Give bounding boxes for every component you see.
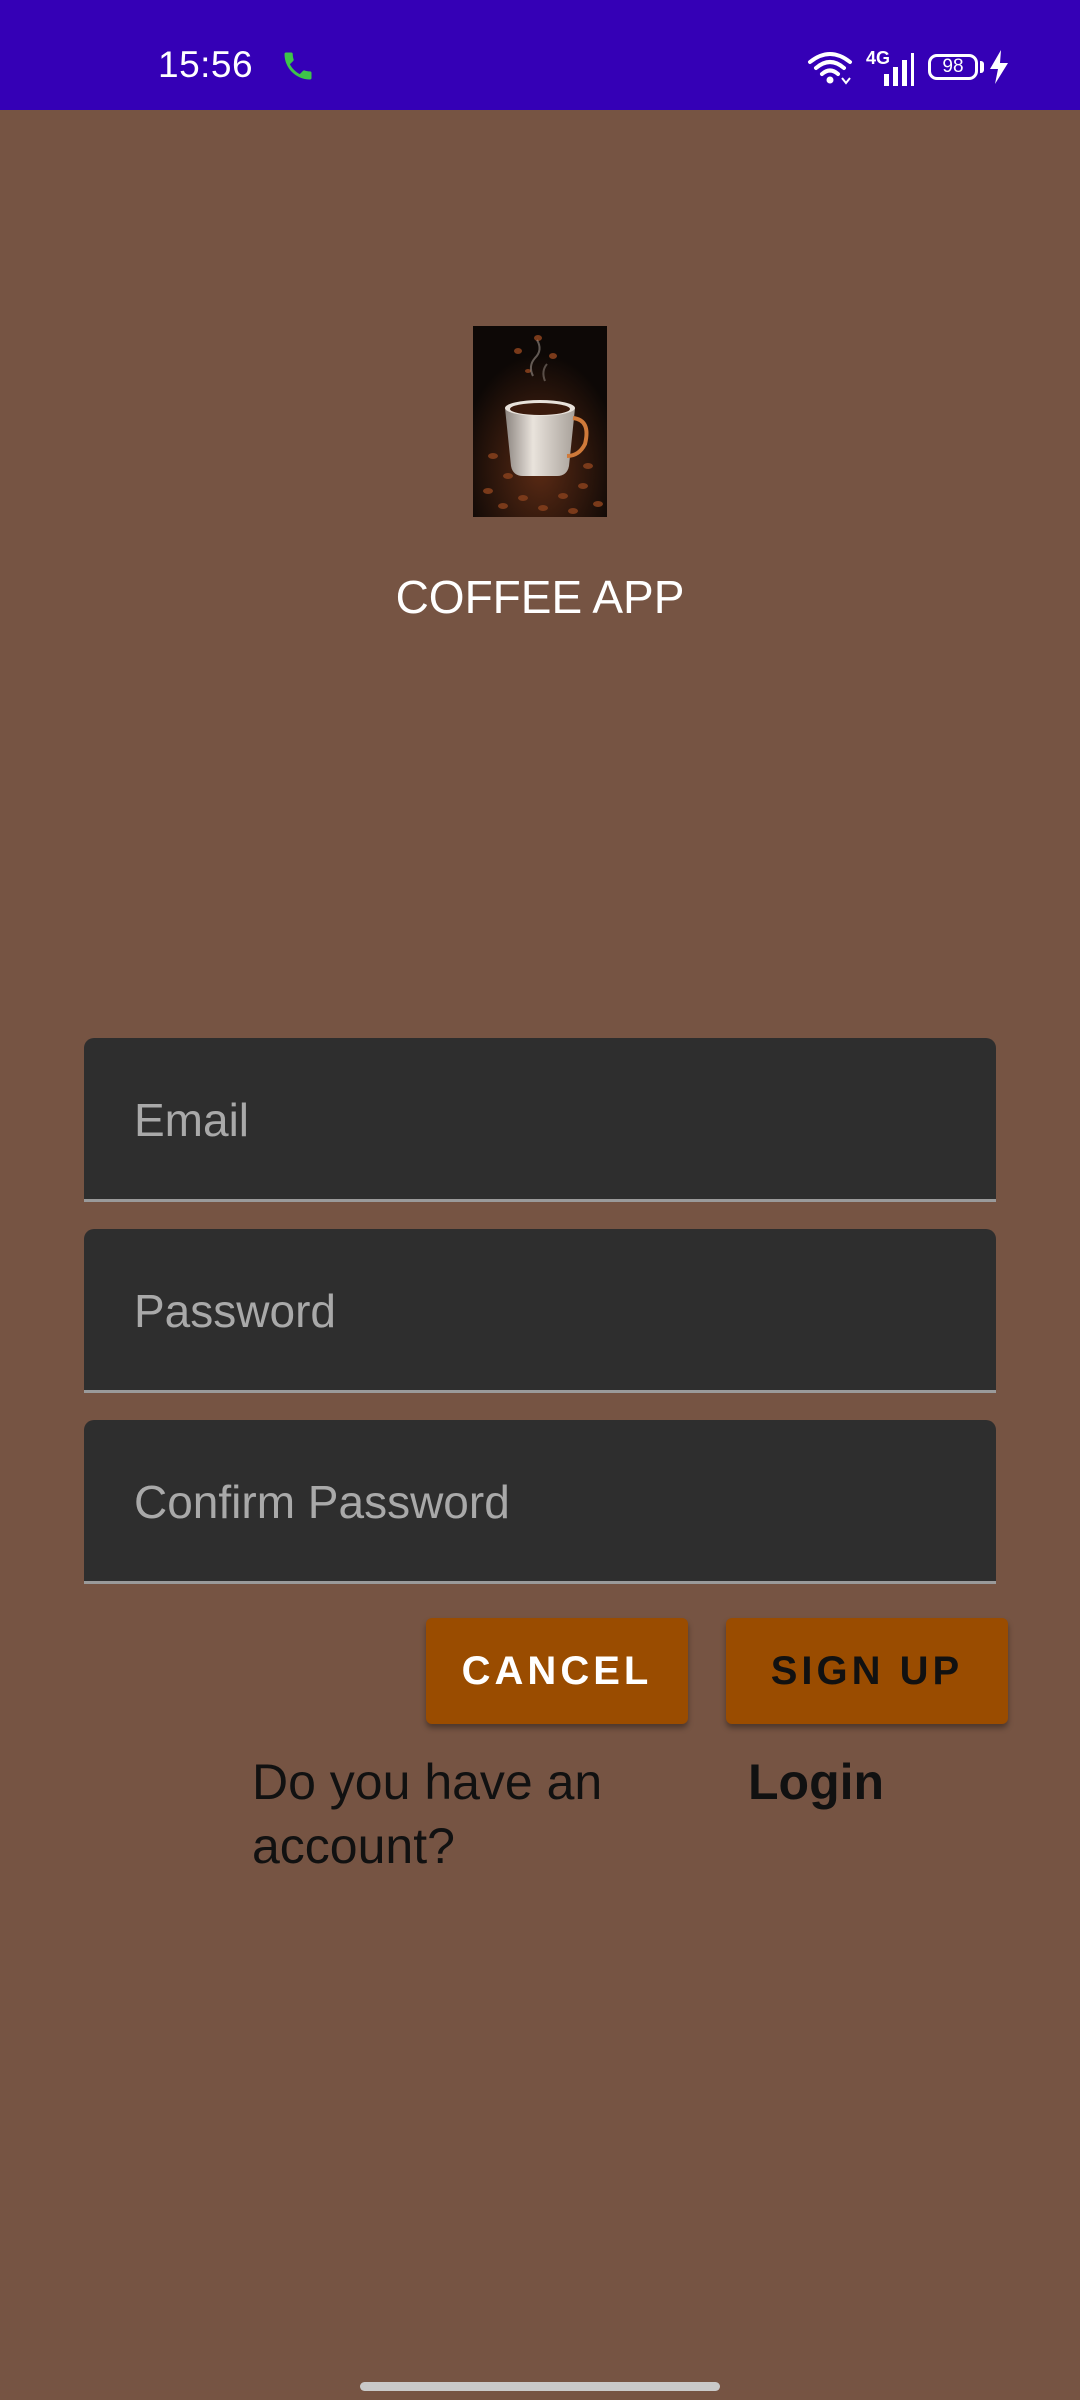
signal-icon xyxy=(884,53,914,86)
app-title: COFFEE APP xyxy=(395,571,685,623)
battery-tip xyxy=(980,61,984,73)
confirm-password-field[interactable] xyxy=(132,1420,956,1583)
login-link[interactable]: Login xyxy=(748,1750,884,1814)
home-indicator[interactable] xyxy=(360,2382,720,2391)
confirm-password-field-container xyxy=(84,1420,996,1584)
charging-icon xyxy=(990,50,1008,84)
signup-screen: 15:56 4G 98 COFFEE APP Email CANCEL SIGN… xyxy=(0,0,1080,2400)
email-field-container xyxy=(84,1038,996,1202)
status-time: 15:56 xyxy=(158,44,254,85)
coffee-cup-logo xyxy=(473,326,607,517)
cancel-button[interactable]: CANCEL xyxy=(426,1618,688,1724)
call-icon xyxy=(284,52,312,80)
password-field-container xyxy=(84,1229,996,1393)
account-question-text: Do you have an account? xyxy=(252,1754,603,1874)
status-bar: 15:56 4G 98 xyxy=(0,0,1080,110)
email-field[interactable] xyxy=(132,1038,956,1201)
coffee-cup-logo-art xyxy=(473,326,607,517)
wifi-icon xyxy=(808,52,852,85)
battery-level: 98 xyxy=(942,56,964,77)
battery-icon: 98 xyxy=(928,54,978,80)
sign-up-button[interactable]: SIGN UP xyxy=(726,1618,1008,1724)
password-field[interactable] xyxy=(132,1229,956,1392)
